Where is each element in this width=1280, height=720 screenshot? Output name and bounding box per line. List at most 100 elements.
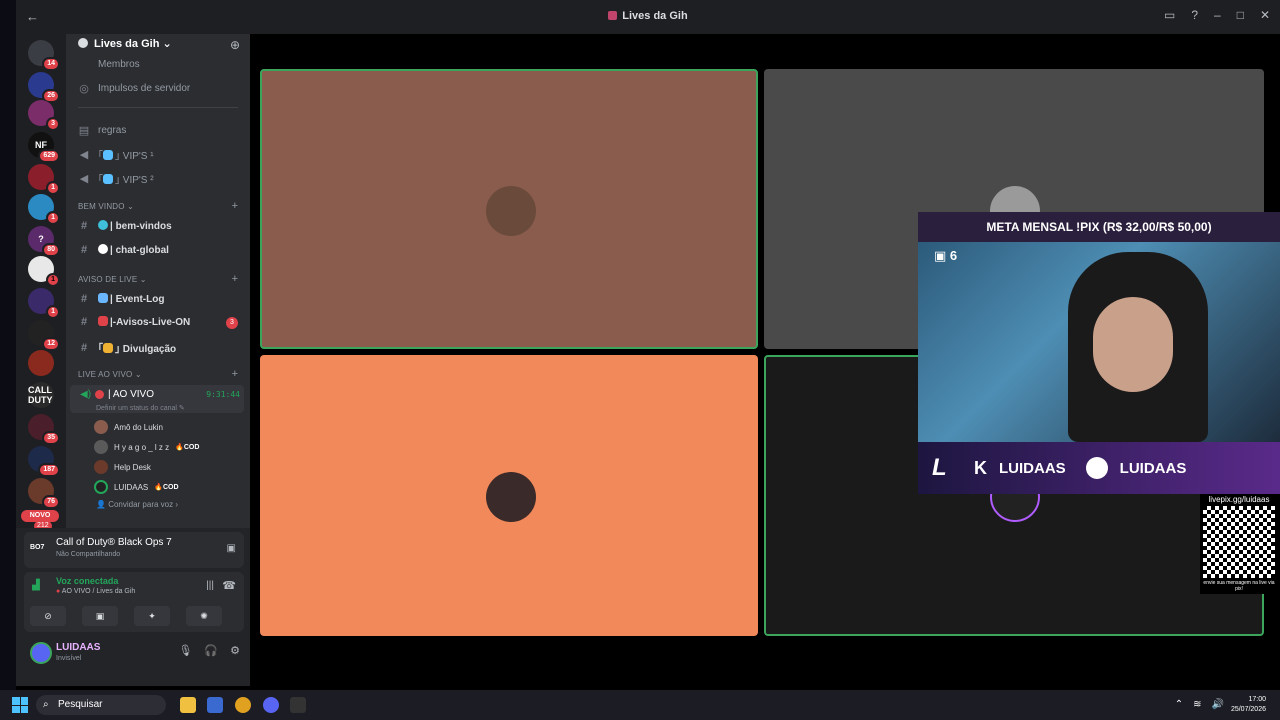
invite-to-voice[interactable]: 👤 Convidar para voz › [96,500,178,509]
channel-event-log[interactable]: # | Event-Log [78,293,164,305]
activity-title: Call of Duty® Black Ops 7 [56,537,172,548]
share-screen-icon[interactable]: ▣ [227,543,236,554]
server-icon[interactable]: 1 [28,256,60,287]
avatar [94,480,108,494]
avatar [486,186,536,236]
category-aviso[interactable]: AVISO DE LIVE ⌄ [78,275,147,284]
disconnect-icon[interactable]: ☎ [222,579,236,592]
wifi-icon[interactable]: ≋ [1193,699,1201,710]
chevron-up-icon[interactable]: ⌃ [1175,699,1183,710]
maximize-icon[interactable]: □ [1237,8,1244,22]
voice-user[interactable]: H y a g o _ l z z 🔥COD [94,440,199,454]
windows-start-icon[interactable] [12,697,28,713]
server-badge: 14 [42,57,60,71]
logo-l-icon: L [932,454,947,481]
qr-footer: envie sua mensagem na live via pix! [1203,580,1275,592]
server-icon[interactable]: 1 [28,164,60,195]
server-icon[interactable]: ? 80 [28,226,60,257]
channel-divulgacao[interactable]: # ｢｣ Divulgação [78,340,176,356]
noise-suppression-icon[interactable]: ||| [206,580,214,591]
server-icon[interactable]: 76 [28,478,60,509]
channel-vips1[interactable]: ◀ ｢｣ VIP'S ¹ [78,147,154,162]
voice-channel-link[interactable]: ● AO VIVO / Lives da Gih [56,588,135,595]
channel-membros[interactable]: Membros [78,59,140,70]
rules-icon: ▤ [78,125,90,137]
voice-user[interactable]: Amô do Lukin [94,420,163,434]
add-member-icon[interactable]: ⊕ [230,38,240,52]
avatar [486,472,536,522]
store-icon[interactable] [207,697,223,713]
server-icon[interactable]: 1 [28,194,60,225]
server-icon[interactable]: 12 [28,320,60,351]
gear-icon[interactable]: ⚙ [230,644,240,657]
server-icon[interactable]: CALL DUTY [28,382,54,408]
server-badge: 80 [42,243,60,257]
add-channel-icon[interactable]: + [232,273,238,285]
category-live[interactable]: LIVE AO VIVO ⌄ [78,370,142,379]
boost-icon: ◎ [79,83,89,95]
avatar [94,420,108,434]
megaphone-icon [103,343,113,353]
volume-icon[interactable]: 🔊 [1212,699,1224,710]
channel-vips2[interactable]: ◀ ｢｣ VIP'S ² [78,171,154,186]
microphone-icon[interactable]: 🎙 [178,644,192,657]
inbox-icon[interactable]: ▭ [1164,8,1175,22]
activities-button[interactable]: ✦ [134,606,170,626]
search-icon: ⌕ [43,699,49,710]
voice-user[interactable]: LUIDAAS 🔥COD [94,480,179,494]
video-tile[interactable] [260,69,758,349]
server-icon[interactable]: 26 [28,72,60,103]
voice-status[interactable]: Voz conectada [56,576,118,586]
discord-icon[interactable] [263,697,279,713]
server-icon[interactable] [28,350,54,376]
close-icon[interactable]: ✕ [1260,8,1270,22]
channel-ao-vivo[interactable]: ◀) | AO VIVO [80,389,154,400]
signal-icon: ▟ [32,580,40,591]
desktop-background-strip [0,0,16,690]
server-badge: 3 [46,117,60,131]
video-tile[interactable] [260,355,758,636]
status-hint[interactable]: Definir um status do canal ✎ [96,404,185,412]
server-badge: 1 [46,305,60,319]
gear-icon [78,38,88,48]
help-icon[interactable]: ? [1191,8,1198,22]
taskbar: ⌕ Pesquisar ⌃ ≋ 🔊 17:00 25/07/2026 [0,690,1280,720]
add-channel-icon[interactable]: + [232,368,238,380]
chrome-icon[interactable] [235,697,251,713]
guild-header[interactable]: Lives da Gih ⌄ [78,37,172,50]
headphones-icon[interactable]: 🎧 [204,644,218,657]
activity-card[interactable]: BO7 Call of Duty® Black Ops 7 Não Compar… [24,532,244,568]
game-tag: 🔥COD [175,444,200,451]
user-status: Invisível [56,655,82,662]
server-badge: 76 [42,495,60,509]
server-icon[interactable]: NF 629 [28,132,60,163]
soundboard-button[interactable]: ✺ [186,606,222,626]
app-icon[interactable] [290,697,306,713]
channel-chat-global[interactable]: # | chat-global [78,244,169,256]
screen-share-button[interactable]: ▣ [82,606,118,626]
taskbar-search[interactable]: ⌕ Pesquisar [36,695,166,715]
server-icon[interactable]: 35 [28,414,60,445]
channel-bem-vindos[interactable]: # | bem-vindos [78,220,172,232]
current-user[interactable]: LUIDAAS Invisível 🎙 🎧 ⚙ [24,636,244,676]
donation-goal-bar: META MENSAL !PIX (R$ 32,00/R$ 50,00) [918,212,1280,242]
category-bem-vindo[interactable]: BEM VINDO ⌄ [78,202,134,211]
channel-avisos[interactable]: # |-Avisos-Live-ON [78,316,190,328]
viewer-count: ▣ 6 [934,248,958,263]
qr-url: livepix.gg/luidaas [1208,495,1270,504]
file-explorer-icon[interactable] [180,697,196,713]
minimize-icon[interactable]: – [1214,8,1221,22]
channel-impulsos[interactable]: ◎ Impulsos de servidor [78,82,190,95]
camera-off-button[interactable]: ⊘ [30,606,66,626]
add-channel-icon[interactable]: + [232,200,238,212]
server-icon[interactable]: 14 [28,40,60,71]
server-icon[interactable]: 187 [28,446,60,477]
channel-regras[interactable]: ▤ regras [78,124,127,137]
server-icon[interactable]: 1 [28,288,60,319]
voice-user[interactable]: Help Desk [94,460,151,474]
voice-connection: ▟ Voz conectada ● AO VIVO / Lives da Gih… [24,572,244,632]
window-title: Lives da Gih [16,10,1280,22]
server-icon[interactable]: 3 [28,100,60,131]
clock[interactable]: 17:00 25/07/2026 [1231,695,1266,715]
game-logo: BO7 [30,544,45,551]
